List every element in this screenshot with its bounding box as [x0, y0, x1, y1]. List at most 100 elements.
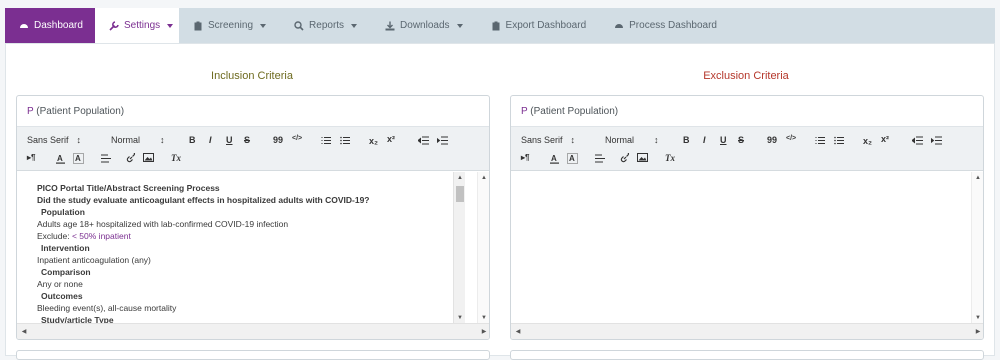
italic-button[interactable]: I [209, 135, 212, 145]
align-icon[interactable] [101, 154, 111, 163]
rtl-label: ¶ [525, 153, 530, 162]
clipboard-check-icon [193, 21, 203, 31]
link-icon[interactable] [620, 153, 630, 163]
outer-vertical-scrollbar[interactable]: ▲ ▼ [971, 172, 983, 324]
editor-line-value: < 50% inpatient [71, 231, 131, 241]
horizontal-scrollbar[interactable]: ◀ ▶ [511, 323, 983, 339]
inclusion-population-card: P (Patient Population) Sans Serif ↕ Norm… [16, 95, 490, 340]
image-icon[interactable] [637, 153, 648, 162]
editor-toolbar: Sans Serif ↕ Normal ↕ B I U S 99 </> x₂ … [17, 127, 489, 171]
editor-toolbar: Sans Serif ↕ Normal ↕ B I U S 99 </> x₂ … [511, 127, 983, 171]
editor-line: Inpatient anticoagulation (any) [37, 255, 151, 265]
size-select-value: Normal [111, 135, 141, 145]
scroll-up-icon[interactable]: ▲ [972, 172, 983, 184]
select-arrows-icon: ↕ [160, 135, 165, 145]
bullet-list-icon[interactable] [834, 136, 844, 145]
editor-line: Exclude: < 50% inpatient [37, 230, 453, 242]
editor-line: Comparison [41, 267, 91, 277]
clean-format-button[interactable]: Tx [665, 153, 675, 163]
indent-increase-icon[interactable] [931, 136, 942, 145]
inclusion-editor[interactable]: PICO Portal Title/Abstract Screening Pro… [17, 172, 453, 324]
nav-downloads[interactable]: Downloads [371, 8, 476, 43]
size-select[interactable]: Normal ↕ [605, 135, 659, 145]
scroll-up-icon[interactable]: ▲ [478, 172, 489, 184]
clean-format-button[interactable]: Tx [171, 153, 181, 163]
editor-line-prefix: Exclude: [37, 231, 70, 241]
nav-dashboard[interactable]: Dashboard [5, 8, 95, 43]
svg-text:A: A [569, 154, 575, 163]
subscript-button[interactable]: x₂ [369, 136, 378, 146]
next-inclusion-card [16, 350, 490, 360]
top-navbar: Dashboard Settings Screening Reports Dow… [5, 8, 995, 43]
search-icon [294, 20, 304, 31]
subscript-button[interactable]: x₂ [863, 136, 872, 146]
outer-vertical-scrollbar[interactable]: ▲ ▼ [477, 172, 489, 324]
font-select[interactable]: Sans Serif ↕ [521, 135, 575, 145]
chevron-down-icon [456, 23, 463, 28]
code-block-button[interactable]: </> [786, 135, 796, 142]
exclusion-editor[interactable] [511, 172, 947, 324]
scroll-left-icon[interactable]: ◀ [511, 324, 525, 339]
card-header: P (Patient Population) [17, 96, 489, 127]
nav-process-dashboard[interactable]: Process Dashboard [600, 8, 731, 43]
chevron-down-icon [351, 23, 358, 28]
ordered-list-icon[interactable] [321, 136, 331, 145]
select-arrows-icon: ↕ [570, 135, 576, 145]
nav-process-label: Process Dashboard [629, 20, 717, 31]
indent-decrease-icon[interactable] [418, 136, 429, 145]
bold-button[interactable]: B [683, 135, 690, 145]
indent-increase-icon[interactable] [437, 136, 448, 145]
text-color-icon[interactable]: A [549, 153, 560, 164]
rtl-label: ¶ [31, 153, 36, 162]
nav-export-dashboard[interactable]: Export Dashboard [477, 8, 601, 43]
pico-letter: P [521, 106, 528, 117]
blockquote-button[interactable]: 99 [767, 135, 777, 145]
size-select[interactable]: Normal ↕ [111, 135, 165, 145]
strike-button[interactable]: S [738, 135, 744, 145]
ordered-list-icon[interactable] [815, 136, 825, 145]
nav-settings[interactable]: Settings [95, 8, 179, 43]
indent-decrease-icon[interactable] [912, 136, 923, 145]
text-color-icon[interactable]: A [55, 153, 66, 164]
background-color-icon[interactable]: A [73, 153, 84, 164]
criteria-panel: Inclusion Criteria Exclusion Criteria P … [5, 43, 995, 360]
scrollbar-thumb[interactable] [456, 186, 464, 202]
nav-screening[interactable]: Screening [179, 8, 280, 43]
next-exclusion-card [510, 350, 984, 360]
rtl-button[interactable]: ▸ ¶ [27, 153, 35, 162]
bold-button[interactable]: B [189, 135, 196, 145]
dashboard-icon [19, 21, 29, 31]
nav-dashboard-label: Dashboard [34, 20, 83, 31]
clipboard-icon [491, 21, 501, 31]
superscript-button[interactable]: x² [881, 134, 889, 144]
scroll-up-icon[interactable]: ▲ [454, 172, 466, 184]
select-arrows-icon: ↕ [76, 135, 82, 145]
rtl-button[interactable]: ▸ ¶ [521, 153, 529, 162]
nav-reports[interactable]: Reports [280, 8, 371, 43]
link-icon[interactable] [126, 153, 136, 163]
background-color-icon[interactable]: A [567, 153, 578, 164]
superscript-button[interactable]: x² [387, 134, 395, 144]
scroll-right-icon[interactable]: ▶ [971, 324, 983, 339]
underline-button[interactable]: U [720, 135, 727, 145]
image-icon[interactable] [143, 153, 154, 162]
align-icon[interactable] [595, 154, 605, 163]
wrench-icon [109, 20, 119, 31]
horizontal-scrollbar[interactable]: ◀ ▶ [17, 323, 489, 339]
scroll-right-icon[interactable]: ▶ [477, 324, 489, 339]
editor-line: Adults age 18+ hospitalized with lab-con… [37, 219, 289, 229]
card-header-label: (Patient Population) [530, 106, 619, 117]
underline-button[interactable]: U [226, 135, 233, 145]
bullet-list-icon[interactable] [340, 136, 350, 145]
vertical-scrollbar[interactable]: ▲ ▼ [453, 172, 465, 324]
card-header: P (Patient Population) [511, 96, 983, 127]
blockquote-button[interactable]: 99 [273, 135, 283, 145]
strike-button[interactable]: S [244, 135, 250, 145]
chevron-down-icon [167, 23, 174, 28]
font-select[interactable]: Sans Serif ↕ [27, 135, 81, 145]
code-block-button[interactable]: </> [292, 135, 302, 142]
italic-button[interactable]: I [703, 135, 706, 145]
nav-settings-label: Settings [124, 20, 161, 31]
card-header-label: (Patient Population) [36, 106, 125, 117]
scroll-left-icon[interactable]: ◀ [17, 324, 31, 339]
